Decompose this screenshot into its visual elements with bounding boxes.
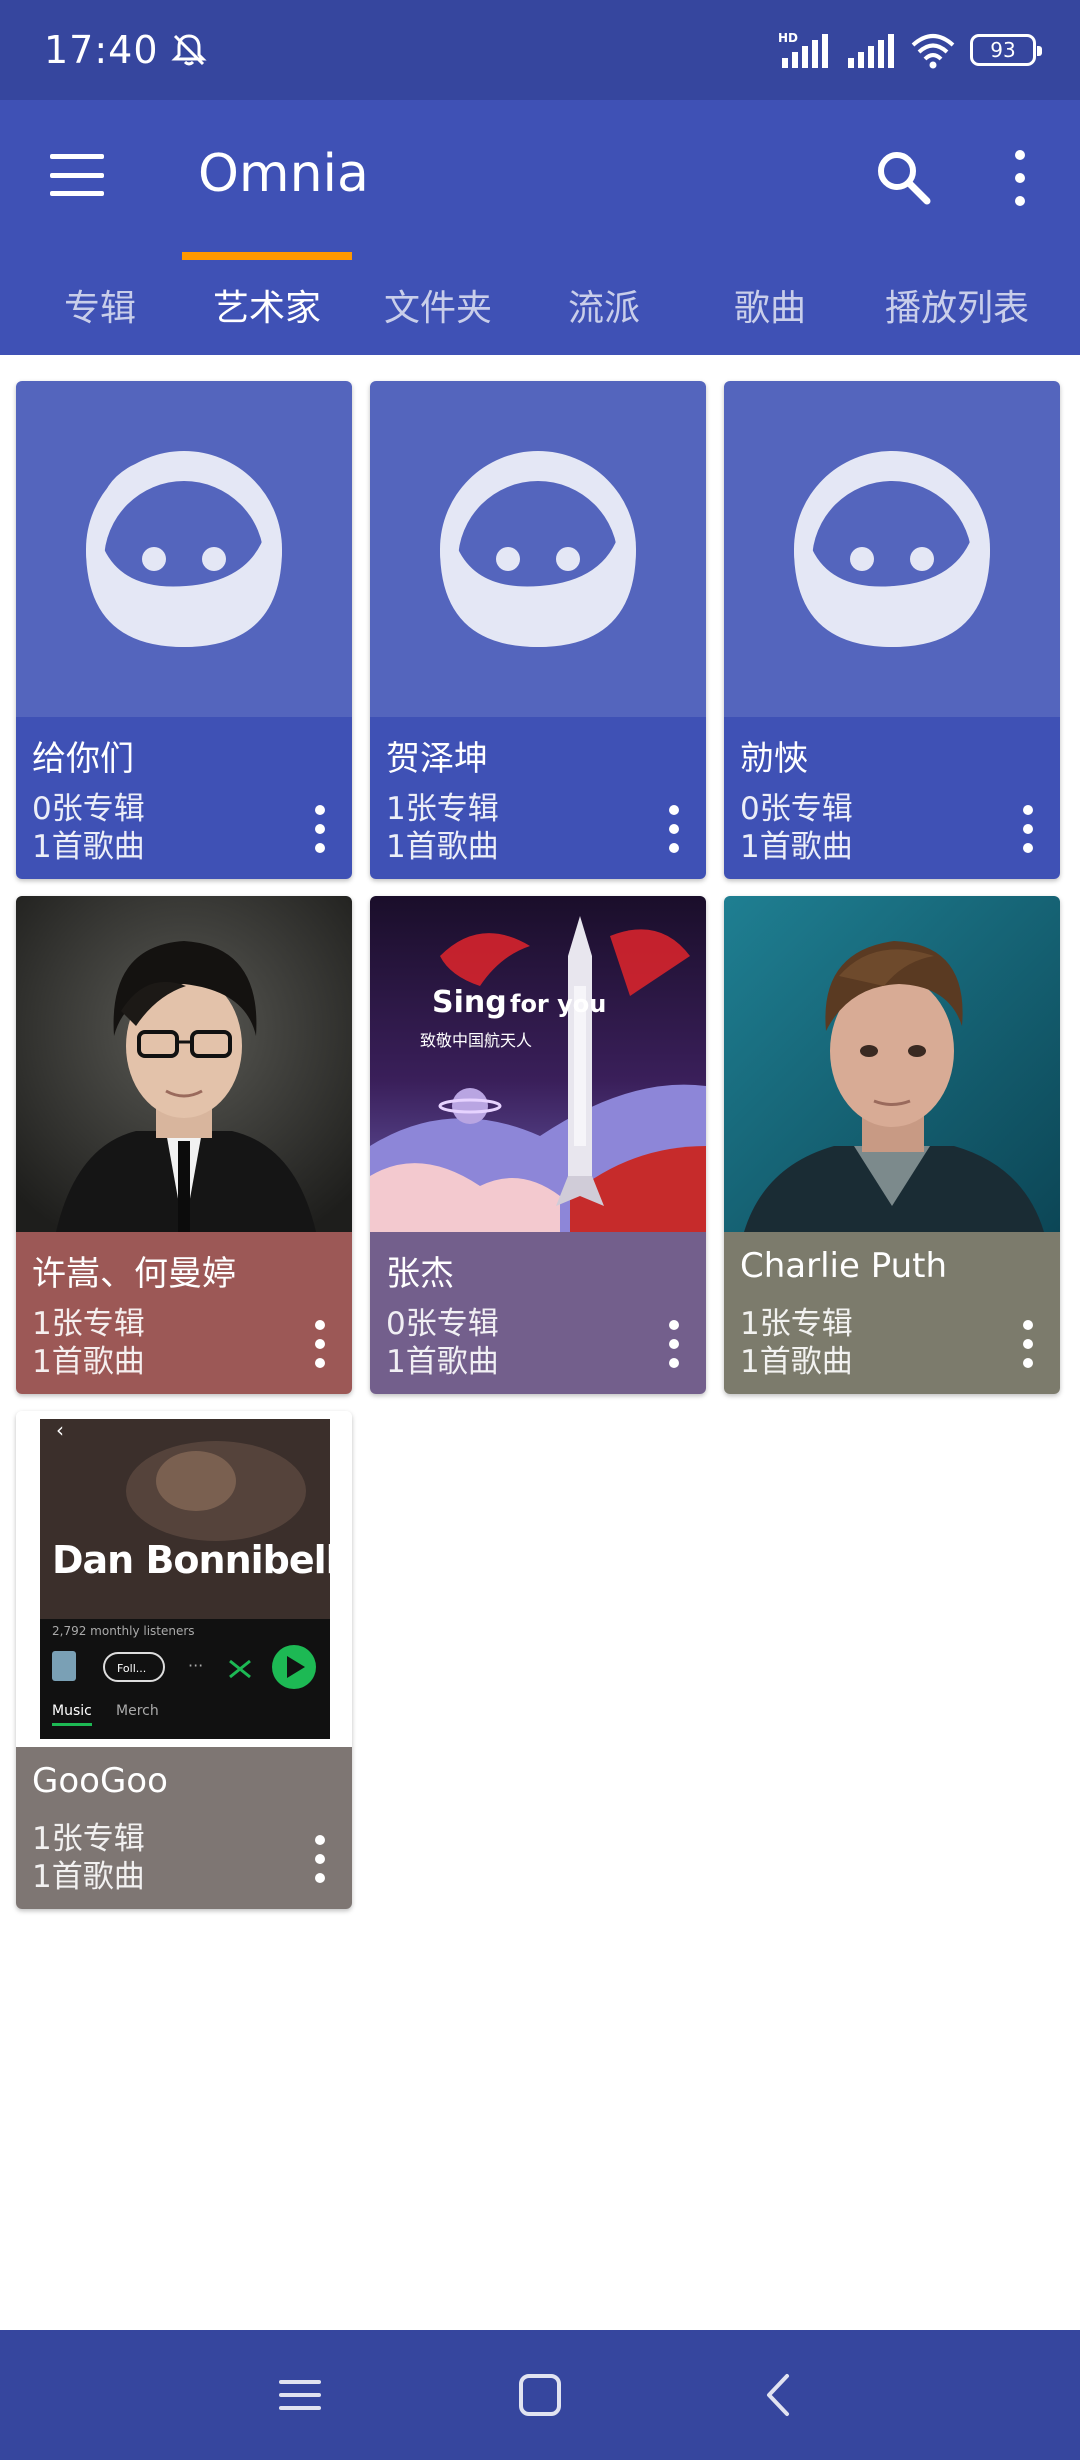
tab-songs[interactable]: 歌曲 xyxy=(690,255,850,355)
hd-signal-icon: HD xyxy=(778,31,828,68)
face-icon xyxy=(86,451,282,647)
more-vert-icon[interactable] xyxy=(1016,1320,1040,1368)
artist-info: 贺泽坤 1张专辑 1首歌曲 xyxy=(370,717,706,879)
artist-card[interactable]: 贺泽坤 1张专辑 1首歌曲 xyxy=(370,381,706,879)
more-vert-icon[interactable] xyxy=(308,1320,332,1368)
artist-name: 勍悏 xyxy=(740,739,808,779)
artist-photo: ‹ Dan Bonnibell 2,792 monthly listeners … xyxy=(16,1411,352,1747)
battery-level: 93 xyxy=(990,38,1016,62)
bell-off-icon xyxy=(170,34,207,66)
artist-info: 张杰 0张专辑 1首歌曲 xyxy=(370,1232,706,1394)
spotify-listeners: 2,792 monthly listeners xyxy=(52,1624,195,1638)
back-icon[interactable] xyxy=(745,2360,815,2430)
artist-info: 许嵩、何曼婷 1张专辑 1首歌曲 xyxy=(16,1232,352,1394)
recents-icon[interactable] xyxy=(265,2360,335,2430)
more-vert-icon[interactable] xyxy=(662,805,686,853)
poster-for-you-text: for you xyxy=(510,990,606,1018)
artist-info: 给你们 0张专辑 1首歌曲 xyxy=(16,717,352,879)
wifi-icon xyxy=(911,34,955,69)
artist-card[interactable]: Sing for you 致敬中国航天人 张杰 0张专辑 1首歌曲 xyxy=(370,896,706,1394)
artist-photo: Sing for you 致敬中国航天人 xyxy=(370,896,706,1232)
more-vert-icon[interactable] xyxy=(308,1835,332,1883)
artist-song-count: 1首歌曲 xyxy=(32,1859,145,1895)
artist-song-count: 1首歌曲 xyxy=(740,1344,853,1380)
spotify-tab-music: Music xyxy=(52,1703,92,1719)
tab-indicator xyxy=(182,252,352,260)
artist-card[interactable]: 给你们 0张专辑 1首歌曲 xyxy=(16,381,352,879)
more-vert-icon[interactable] xyxy=(662,1320,686,1368)
app-title: Omnia xyxy=(198,144,369,204)
artist-card[interactable]: 许嵩、何曼婷 1张专辑 1首歌曲 xyxy=(16,896,352,1394)
artist-song-count: 1首歌曲 xyxy=(386,829,499,865)
artist-song-count: 1首歌曲 xyxy=(32,829,145,865)
artist-info: Charlie Puth 1张专辑 1首歌曲 xyxy=(724,1232,1060,1394)
poster-sing-text: Sing xyxy=(432,985,507,1020)
status-time: 17:40 xyxy=(44,28,159,72)
artist-placeholder-image xyxy=(724,381,1060,717)
svg-text:‹: ‹ xyxy=(56,1418,64,1442)
face-icon xyxy=(440,451,636,647)
artist-info: 勍悏 0张专辑 1首歌曲 xyxy=(724,717,1060,879)
tab-playlists[interactable]: 播放列表 xyxy=(862,255,1052,355)
artist-song-count: 1首歌曲 xyxy=(32,1344,145,1380)
spotify-tab-merch: Merch xyxy=(116,1703,159,1719)
spotify-follow: Foll... xyxy=(117,1662,146,1675)
poster-subtitle: 致敬中国航天人 xyxy=(420,1031,532,1050)
artist-name: 贺泽坤 xyxy=(386,739,488,779)
artist-card[interactable]: Charlie Puth 1张专辑 1首歌曲 xyxy=(724,896,1060,1394)
artist-song-count: 1首歌曲 xyxy=(386,1344,499,1380)
artist-photo xyxy=(724,896,1060,1232)
home-icon[interactable] xyxy=(505,2360,575,2430)
tab-bar: 专辑 艺术家 文件夹 流派 歌曲 播放列表 xyxy=(0,255,1080,355)
more-vert-icon[interactable] xyxy=(1016,805,1040,853)
artist-info: GooGoo 1张专辑 1首歌曲 xyxy=(16,1747,352,1909)
more-vert-icon[interactable] xyxy=(308,805,332,853)
artist-card[interactable]: 勍悏 0张专辑 1首歌曲 xyxy=(724,381,1060,879)
artist-name: Charlie Puth xyxy=(740,1246,948,1286)
tab-genres[interactable]: 流派 xyxy=(524,255,684,355)
svg-text:HD: HD xyxy=(778,31,798,45)
artist-song-count: 1首歌曲 xyxy=(740,829,853,865)
signal-icon xyxy=(848,34,894,68)
artist-name: 许嵩、何曼婷 xyxy=(32,1254,236,1294)
spotify-artist-name: Dan Bonnibell xyxy=(52,1538,338,1582)
system-nav-bar xyxy=(0,2330,1080,2460)
app-bar: Omnia 专辑 艺术家 文件夹 流派 歌曲 播放列表 xyxy=(0,100,1080,355)
tab-folders[interactable]: 文件夹 xyxy=(354,255,522,355)
menu-icon[interactable] xyxy=(50,154,104,196)
artist-placeholder-image xyxy=(16,381,352,717)
artist-name: GooGoo xyxy=(32,1761,168,1801)
more-vert-icon[interactable] xyxy=(1000,150,1040,206)
search-icon[interactable] xyxy=(874,148,932,206)
tab-albums[interactable]: 专辑 xyxy=(20,255,180,355)
status-bar: 17:40 HD 93 xyxy=(0,0,1080,100)
artist-card[interactable]: ‹ Dan Bonnibell 2,792 monthly listeners … xyxy=(16,1411,352,1909)
artist-name: 张杰 xyxy=(386,1254,454,1294)
battery-icon: 93 xyxy=(970,34,1042,66)
svg-text:···: ··· xyxy=(188,1656,203,1675)
artist-placeholder-image xyxy=(370,381,706,717)
artist-photo xyxy=(16,896,352,1232)
tab-artists[interactable]: 艺术家 xyxy=(182,255,352,355)
artist-name: 给你们 xyxy=(32,739,134,779)
face-icon xyxy=(794,451,990,647)
